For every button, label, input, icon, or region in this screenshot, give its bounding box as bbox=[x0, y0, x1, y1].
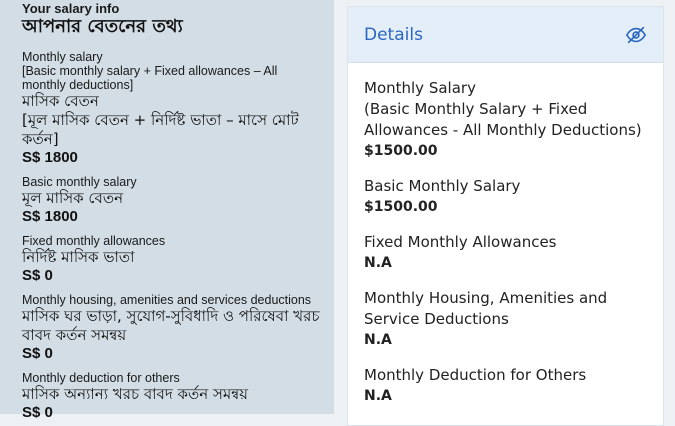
basic-salary-block: Basic monthly salary মূল মাসিক বেতন S$ 1… bbox=[22, 175, 334, 226]
detail-value: N.A bbox=[364, 332, 392, 348]
other-deductions-block: Monthly deduction for others মাসিক অন্যা… bbox=[22, 371, 334, 422]
detail-fixed-allowances: Fixed Monthly Allowances N.A bbox=[364, 232, 647, 273]
detail-value: N.A bbox=[364, 388, 392, 404]
detail-sublabel: (Basic Monthly Salary + Fixed Allowances… bbox=[364, 100, 642, 139]
other-deductions-label-bn: মাসিক অন্যান্য খরচ বাবদ কর্তন সমন্বয় bbox=[22, 385, 249, 403]
detail-label: Monthly Salary bbox=[364, 79, 476, 97]
monthly-salary-block: Monthly salary [Basic monthly salary + F… bbox=[22, 50, 334, 167]
fixed-allowances-value: S$ 0 bbox=[22, 267, 53, 284]
monthly-salary-formula-en: [Basic monthly salary + Fixed allowances… bbox=[22, 64, 278, 92]
detail-value: $1500.00 bbox=[364, 143, 438, 159]
monthly-salary-label-bn: মাসিক বেতন bbox=[22, 92, 99, 110]
details-card-header: Details bbox=[348, 7, 663, 63]
fixed-allowances-block: Fixed monthly allowances নির্দিষ্ট মাসিক… bbox=[22, 234, 334, 285]
eye-slash-icon[interactable] bbox=[625, 24, 647, 46]
detail-label: Monthly Deduction for Others bbox=[364, 366, 587, 384]
monthly-salary-formula-bn: [মূল মাসিক বেতন + নির্দিষ্ট ভাতা – মাসে … bbox=[22, 111, 299, 148]
details-list: Monthly Salary (Basic Monthly Salary + F… bbox=[348, 63, 663, 406]
housing-deductions-block: Monthly housing, amenities and services … bbox=[22, 293, 334, 363]
detail-label: Basic Monthly Salary bbox=[364, 177, 521, 195]
detail-label: Fixed Monthly Allowances bbox=[364, 233, 557, 251]
basic-salary-label-bn: মূল মাসিক বেতন bbox=[22, 189, 124, 207]
monthly-salary-label-en: Monthly salary bbox=[22, 50, 103, 64]
details-title: Details bbox=[364, 24, 423, 45]
salary-info-title-en: Your salary info bbox=[22, 1, 120, 16]
detail-value: $1500.00 bbox=[364, 199, 438, 215]
other-deductions-value: S$ 0 bbox=[22, 404, 53, 421]
monthly-salary-value: S$ 1800 bbox=[22, 149, 78, 166]
housing-deductions-label-bn: মাসিক ঘর ভাড়া, সুযোগ-সুবিধাদি ও পরিষেবা… bbox=[22, 307, 320, 344]
salary-info-panel: Your salary info আপনার বেতনের তথ্য Month… bbox=[0, 0, 334, 421]
housing-deductions-label-en: Monthly housing, amenities and services … bbox=[22, 293, 312, 307]
fixed-allowances-label-en: Fixed monthly allowances bbox=[22, 234, 166, 248]
details-card: Details Monthly Salary (Basic Monthly Sa… bbox=[347, 6, 664, 426]
detail-housing-deductions: Monthly Housing, Amenities and Service D… bbox=[364, 288, 647, 350]
basic-salary-label-en: Basic monthly salary bbox=[22, 175, 137, 189]
other-deductions-label-en: Monthly deduction for others bbox=[22, 371, 180, 385]
housing-deductions-value: S$ 0 bbox=[22, 345, 53, 362]
detail-label: Monthly Housing, Amenities and Service D… bbox=[364, 289, 608, 328]
detail-basic-salary: Basic Monthly Salary $1500.00 bbox=[364, 176, 647, 217]
fixed-allowances-label-bn: নির্দিষ্ট মাসিক ভাতা bbox=[22, 248, 135, 266]
detail-other-deductions: Monthly Deduction for Others N.A bbox=[364, 365, 647, 406]
salary-info-title-bn: আপনার বেতনের তথ্য bbox=[22, 16, 183, 37]
detail-value: N.A bbox=[364, 255, 392, 271]
detail-monthly-salary: Monthly Salary (Basic Monthly Salary + F… bbox=[364, 78, 647, 161]
basic-salary-value: S$ 1800 bbox=[22, 208, 78, 225]
